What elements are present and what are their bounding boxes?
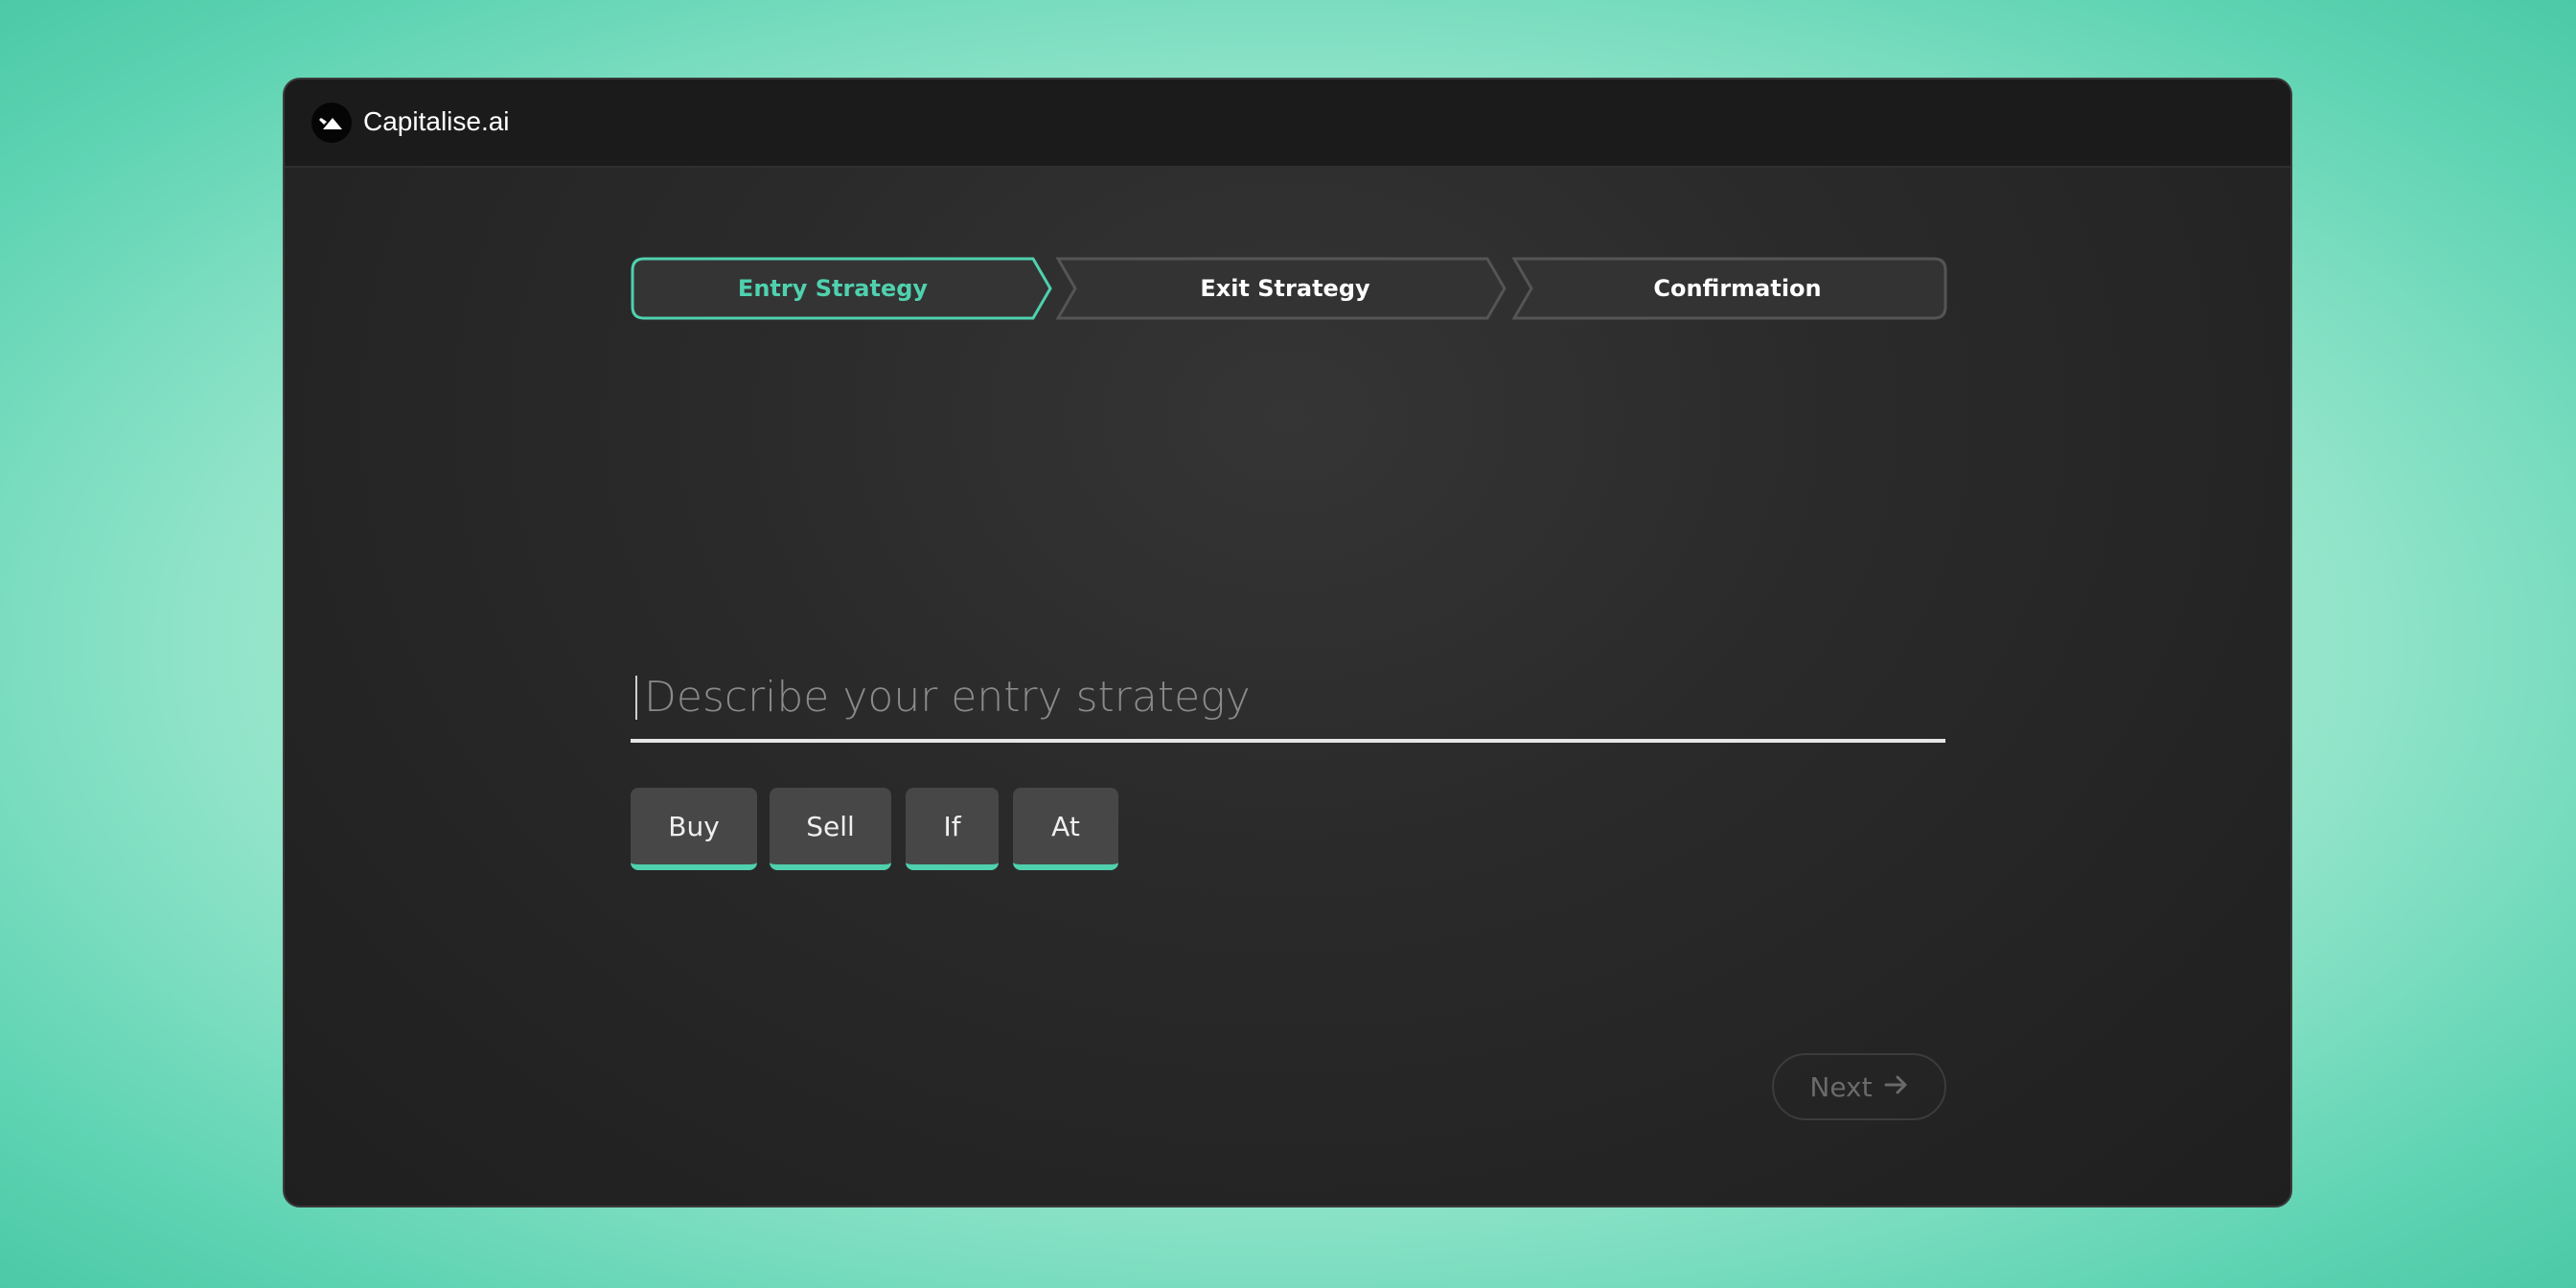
stepper: Entry Strategy Exit Strategy Confirmatio…	[631, 257, 1947, 320]
entry-strategy-input[interactable]	[631, 655, 1945, 739]
title-bar: Capitalise.ai	[285, 80, 2290, 168]
app-title: Capitalise.ai	[363, 106, 510, 136]
step-confirmation[interactable]: Confirmation	[1512, 257, 1947, 320]
chip-if-button[interactable]: If	[906, 788, 999, 870]
next-button-label: Next	[1809, 1070, 1873, 1103]
app-window: Capitalise.ai Entry Strategy Exit Strate…	[283, 78, 2292, 1208]
arrow-right-icon	[1884, 1071, 1909, 1103]
chip-at-button[interactable]: At	[1013, 788, 1118, 870]
entry-strategy-field	[631, 655, 1945, 743]
step-label: Confirmation	[1653, 275, 1822, 302]
step-label: Exit Strategy	[1200, 275, 1370, 302]
mountain-icon	[311, 103, 352, 143]
chip-buy-button[interactable]: Buy	[631, 788, 757, 870]
step-exit-strategy[interactable]: Exit Strategy	[1056, 257, 1508, 320]
next-button[interactable]: Next	[1772, 1053, 1946, 1120]
step-entry-strategy[interactable]: Entry Strategy	[631, 257, 1054, 320]
chip-sell-button[interactable]: Sell	[770, 788, 891, 870]
step-label: Entry Strategy	[737, 275, 929, 302]
